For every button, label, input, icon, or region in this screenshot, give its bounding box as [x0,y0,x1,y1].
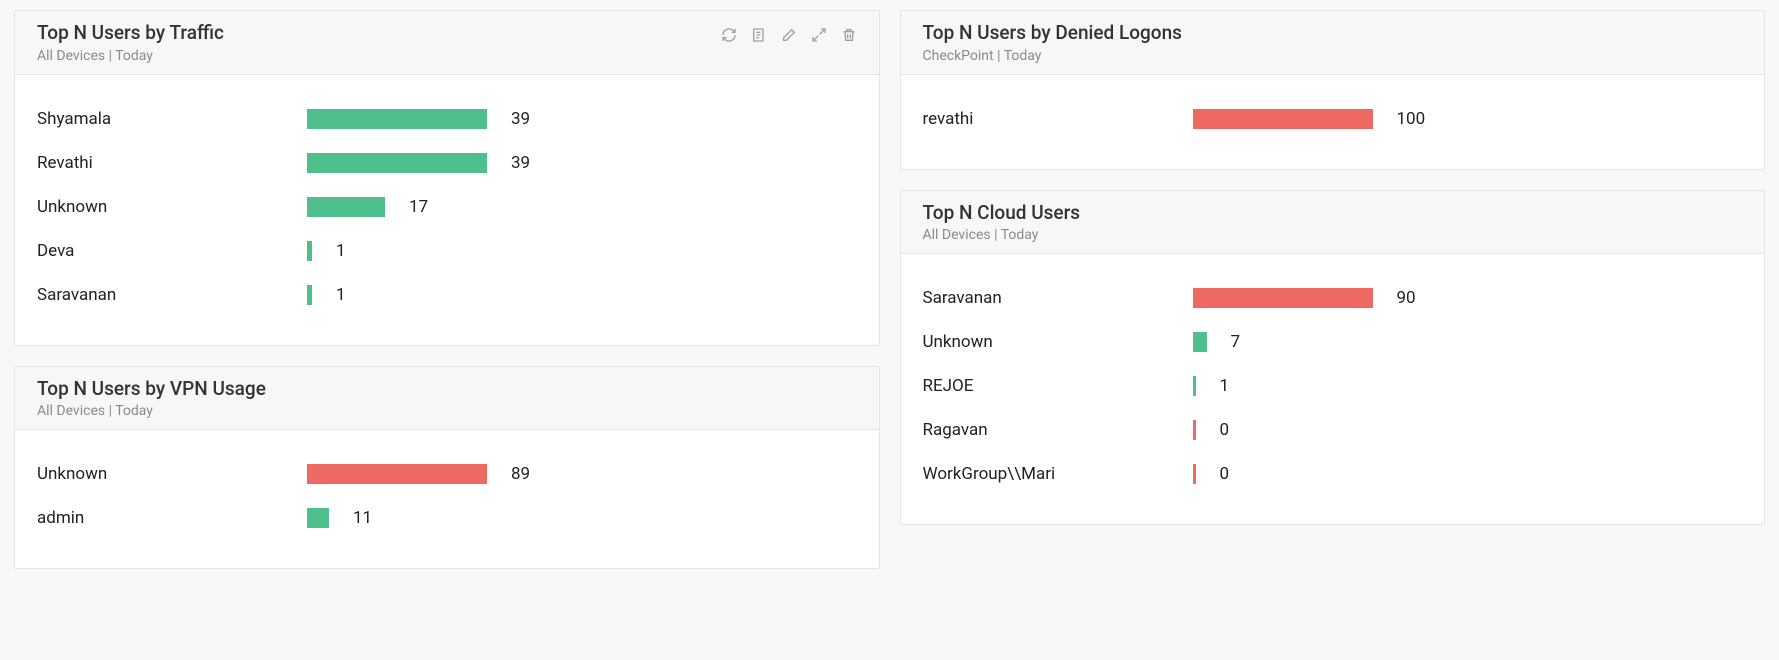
bar-fill [307,464,487,484]
panel-traffic-header: Top N Users by Traffic All Devices | Tod… [15,11,879,75]
bar-value: 11 [353,508,372,528]
bar-value: 1 [336,241,346,261]
bar-value: 100 [1397,109,1426,129]
bar-row: Unknown 17 [37,185,857,229]
bar-track [307,508,329,528]
bar-row: Ragavan 0 [923,408,1743,452]
export-icon[interactable] [751,27,767,43]
bar-label: admin [37,508,307,528]
bar-fill [307,197,385,217]
bar-track [1193,420,1196,440]
panel-traffic-titles: Top N Users by Traffic All Devices | Tod… [37,21,224,64]
panel-vpn-body: Unknown 89 admin 11 [15,430,879,568]
bar-fill [307,508,329,528]
bar-row: revathi 100 [923,97,1743,141]
bar-track [307,285,312,305]
bar-track [307,197,385,217]
refresh-icon[interactable] [721,27,737,43]
bar-label: Ragavan [923,420,1193,440]
panel-traffic-actions [721,21,857,43]
bar-row: Saravanan 90 [923,276,1743,320]
bar-track [1193,109,1373,129]
bar-label: Unknown [37,464,307,484]
bar-track [307,241,312,261]
bar-fill [1193,109,1373,129]
bar-label: Saravanan [37,285,307,305]
bar-label: Deva [37,241,307,261]
expand-icon[interactable] [811,27,827,43]
bar-label: Unknown [923,332,1193,352]
panel-traffic-title: Top N Users by Traffic [37,21,224,46]
bar-label: Revathi [37,153,307,173]
bar-label: Saravanan [923,288,1193,308]
bar-track [307,464,487,484]
panel-denied-body: revathi 100 [901,75,1765,169]
bar-label: Shyamala [37,109,307,129]
bar-value: 39 [511,109,530,129]
panel-traffic-subtitle: All Devices | Today [37,48,224,64]
bar-fill [307,153,487,173]
panel-traffic: Top N Users by Traffic All Devices | Tod… [14,10,880,346]
delete-icon[interactable] [841,27,857,43]
bar-track [307,153,487,173]
bar-value: 0 [1220,420,1230,440]
bar-fill [1193,332,1207,352]
bar-fill [1193,376,1196,396]
panel-cloud-titles: Top N Cloud Users All Devices | Today [923,201,1081,244]
bar-track [1193,332,1207,352]
bar-row: REJOE 1 [923,364,1743,408]
bar-fill [1193,288,1373,308]
panel-vpn-subtitle: All Devices | Today [37,403,266,419]
panel-cloud-body: Saravanan90Unknown7REJOE1Ragavan0WorkGro… [901,254,1765,524]
bar-value: 89 [511,464,530,484]
bar-row: Deva 1 [37,229,857,273]
bar-row: Shyamala 39 [37,97,857,141]
bar-value: 1 [1220,376,1230,396]
panel-vpn: Top N Users by VPN Usage All Devices | T… [14,366,880,570]
panel-denied-header: Top N Users by Denied Logons CheckPoint … [901,11,1765,75]
bar-label: REJOE [923,376,1193,396]
bar-fill [307,109,487,129]
bar-track [1193,376,1196,396]
dashboard: Top N Users by Traffic All Devices | Tod… [0,0,1779,579]
bar-value: 7 [1231,332,1241,352]
bar-track [1193,288,1373,308]
bar-row: Unknown 89 [37,452,857,496]
bar-track [307,109,487,129]
bar-row: Saravanan 1 [37,273,857,317]
bar-fill [1193,420,1196,440]
bar-fill [1193,464,1196,484]
edit-icon[interactable] [781,27,797,43]
panel-denied-title: Top N Users by Denied Logons [923,21,1182,46]
left-column: Top N Users by Traffic All Devices | Tod… [14,10,880,569]
bar-label: revathi [923,109,1193,129]
panel-traffic-body: Shyamala39Revathi39Unknown17Deva1Saravan… [15,75,879,345]
panel-vpn-title: Top N Users by VPN Usage [37,377,266,402]
bar-row: admin 11 [37,496,857,540]
panel-denied-titles: Top N Users by Denied Logons CheckPoint … [923,21,1182,64]
panel-vpn-header: Top N Users by VPN Usage All Devices | T… [15,367,879,431]
bar-row: Revathi 39 [37,141,857,185]
panel-cloud-title: Top N Cloud Users [923,201,1081,226]
bar-value: 1 [336,285,346,305]
panel-cloud-header: Top N Cloud Users All Devices | Today [901,191,1765,255]
panel-vpn-titles: Top N Users by VPN Usage All Devices | T… [37,377,266,420]
bar-row: Unknown 7 [923,320,1743,364]
bar-fill [307,285,312,305]
bar-value: 39 [511,153,530,173]
right-column: Top N Users by Denied Logons CheckPoint … [900,10,1766,569]
bar-value: 17 [409,197,428,217]
panel-cloud: Top N Cloud Users All Devices | Today Sa… [900,190,1766,526]
panel-denied: Top N Users by Denied Logons CheckPoint … [900,10,1766,170]
panel-denied-subtitle: CheckPoint | Today [923,48,1182,64]
bar-value: 90 [1397,288,1416,308]
bar-fill [307,241,312,261]
panel-cloud-subtitle: All Devices | Today [923,227,1081,243]
bar-value: 0 [1220,464,1230,484]
bar-track [1193,464,1196,484]
bar-label: Unknown [37,197,307,217]
bar-row: WorkGroup\\Mari 0 [923,452,1743,496]
bar-label: WorkGroup\\Mari [923,464,1193,484]
